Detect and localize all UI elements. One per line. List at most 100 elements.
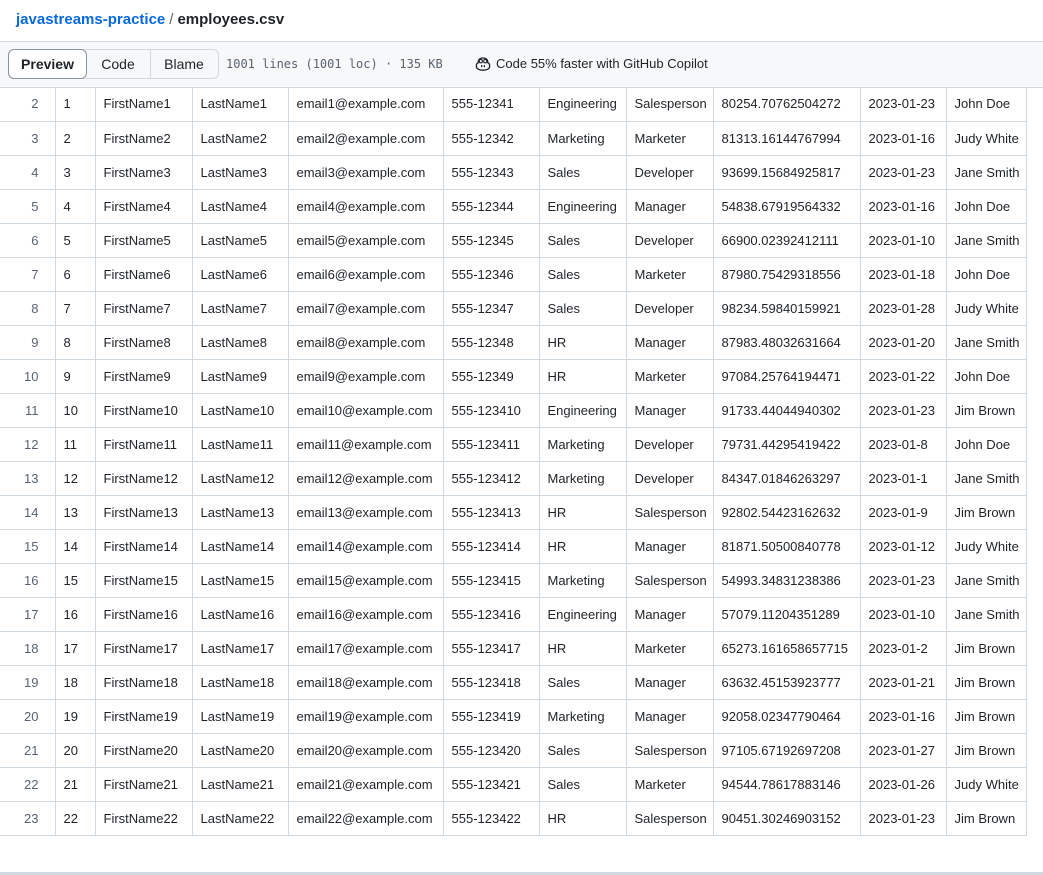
cell-email: email18@example.com — [287, 664, 444, 700]
cell-salary: 63632.45153923777 — [712, 664, 861, 700]
cell-department: Sales — [538, 222, 627, 258]
cell-first-name: FirstName16 — [94, 596, 193, 632]
cell-department: Marketing — [538, 562, 627, 598]
cell-phone: 555-12347 — [442, 290, 540, 326]
cell-line-number[interactable]: 5 — [0, 188, 56, 224]
cell-email: email7@example.com — [287, 290, 444, 326]
cell-id: 18 — [54, 664, 96, 700]
table-row: 4 3 FirstName3 LastName3 email3@example.com 5… — [0, 154, 1027, 190]
cell-last-name: LastName16 — [191, 596, 289, 632]
cell-salary: 84347.01846263297 — [712, 460, 861, 496]
cell-last-name: LastName20 — [191, 732, 289, 768]
cell-email: email13@example.com — [287, 494, 444, 530]
cell-manager: Jane Smith — [945, 562, 1027, 598]
cell-first-name: FirstName14 — [94, 528, 193, 564]
cell-line-number[interactable]: 9 — [0, 324, 56, 360]
blame-button[interactable]: Blame — [150, 50, 217, 78]
cell-salary: 80254.70762504272 — [712, 87, 861, 122]
cell-line-number[interactable]: 12 — [0, 426, 56, 462]
cell-department: HR — [538, 630, 627, 666]
cell-line-number[interactable]: 2 — [0, 87, 56, 122]
cell-line-number[interactable]: 10 — [0, 358, 56, 394]
cell-salary: 81313.16144767994 — [712, 120, 861, 156]
cell-role: Salesperson — [625, 800, 714, 836]
cell-email: email15@example.com — [287, 562, 444, 598]
breadcrumb-repo-link[interactable]: javastreams-practice — [16, 11, 165, 28]
csv-preview[interactable]: 2 1 FirstName1 LastName1 email1@example.com 5… — [0, 87, 1043, 872]
cell-salary: 91733.44044940302 — [712, 392, 861, 428]
table-row: 21 20 FirstName20 LastName20 email20@example… — [0, 732, 1027, 768]
cell-line-number[interactable]: 23 — [0, 800, 56, 836]
cell-email: email10@example.com — [287, 392, 444, 428]
cell-phone: 555-123420 — [442, 732, 540, 768]
cell-email: email22@example.com — [287, 800, 444, 836]
cell-last-name: LastName17 — [191, 630, 289, 666]
cell-line-number[interactable]: 18 — [0, 630, 56, 666]
cell-first-name: FirstName19 — [94, 698, 193, 734]
cell-date: 2023-01-10 — [859, 596, 947, 632]
breadcrumb-separator: / — [169, 11, 174, 28]
cell-id: 12 — [54, 460, 96, 496]
cell-line-number[interactable]: 16 — [0, 562, 56, 598]
cell-id: 4 — [54, 188, 96, 224]
preview-button[interactable]: Preview — [8, 49, 87, 79]
cell-line-number[interactable]: 19 — [0, 664, 56, 700]
table-row: 5 4 FirstName4 LastName4 email4@example.com 5… — [0, 188, 1027, 224]
cell-email: email9@example.com — [287, 358, 444, 394]
copilot-promo-link[interactable]: Code 55% faster with GitHub Copilot — [475, 54, 708, 74]
table-row: 10 9 FirstName9 LastName9 email9@example.com… — [0, 358, 1027, 394]
cell-department: Marketing — [538, 120, 627, 156]
cell-id: 13 — [54, 494, 96, 530]
cell-email: email8@example.com — [287, 324, 444, 360]
cell-line-number[interactable]: 14 — [0, 494, 56, 530]
cell-line-number[interactable]: 17 — [0, 596, 56, 632]
cell-line-number[interactable]: 22 — [0, 766, 56, 802]
cell-first-name: FirstName17 — [94, 630, 193, 666]
cell-department: Sales — [538, 154, 627, 190]
cell-email: email4@example.com — [287, 188, 444, 224]
cell-role: Manager — [625, 392, 714, 428]
table-row: 8 7 FirstName7 LastName7 email7@example.com 5… — [0, 290, 1027, 326]
cell-id: 16 — [54, 596, 96, 632]
cell-manager: Judy White — [945, 290, 1027, 326]
cell-line-number[interactable]: 8 — [0, 290, 56, 326]
cell-line-number[interactable]: 11 — [0, 392, 56, 428]
cell-role: Marketer — [625, 120, 714, 156]
table-row: 18 17 FirstName17 LastName17 email17@example… — [0, 630, 1027, 666]
cell-salary: 81871.50500840778 — [712, 528, 861, 564]
cell-line-number[interactable]: 6 — [0, 222, 56, 258]
cell-last-name: LastName14 — [191, 528, 289, 564]
cell-role: Manager — [625, 324, 714, 360]
cell-line-number[interactable]: 21 — [0, 732, 56, 768]
cell-department: HR — [538, 528, 627, 564]
cell-date: 2023-01-23 — [859, 800, 947, 836]
cell-line-number[interactable]: 13 — [0, 460, 56, 496]
cell-phone: 555-12341 — [442, 87, 540, 122]
file-meta: 1001 lines (1001 loc) · 135 KB — [226, 57, 443, 71]
cell-date: 2023-01-16 — [859, 120, 947, 156]
cell-line-number[interactable]: 3 — [0, 120, 56, 156]
cell-phone: 555-12344 — [442, 188, 540, 224]
cell-salary: 54838.67919564332 — [712, 188, 861, 224]
cell-email: email14@example.com — [287, 528, 444, 564]
cell-manager: John Doe — [945, 256, 1027, 292]
cell-phone: 555-12342 — [442, 120, 540, 156]
cell-line-number[interactable]: 20 — [0, 698, 56, 734]
cell-email: email20@example.com — [287, 732, 444, 768]
cell-email: email3@example.com — [287, 154, 444, 190]
cell-manager: John Doe — [945, 87, 1027, 122]
cell-manager: Jane Smith — [945, 596, 1027, 632]
cell-id: 6 — [54, 256, 96, 292]
code-button[interactable]: Code — [86, 50, 150, 78]
cell-line-number[interactable]: 15 — [0, 528, 56, 564]
cell-manager: Jane Smith — [945, 324, 1027, 360]
cell-first-name: FirstName20 — [94, 732, 193, 768]
cell-line-number[interactable]: 4 — [0, 154, 56, 190]
cell-manager: Jim Brown — [945, 392, 1027, 428]
table-row: 16 15 FirstName15 LastName15 email15@example… — [0, 562, 1027, 598]
cell-first-name: FirstName6 — [94, 256, 193, 292]
cell-role: Salesperson — [625, 562, 714, 598]
cell-date: 2023-01-23 — [859, 154, 947, 190]
cell-line-number[interactable]: 7 — [0, 256, 56, 292]
cell-salary: 93699.15684925817 — [712, 154, 861, 190]
